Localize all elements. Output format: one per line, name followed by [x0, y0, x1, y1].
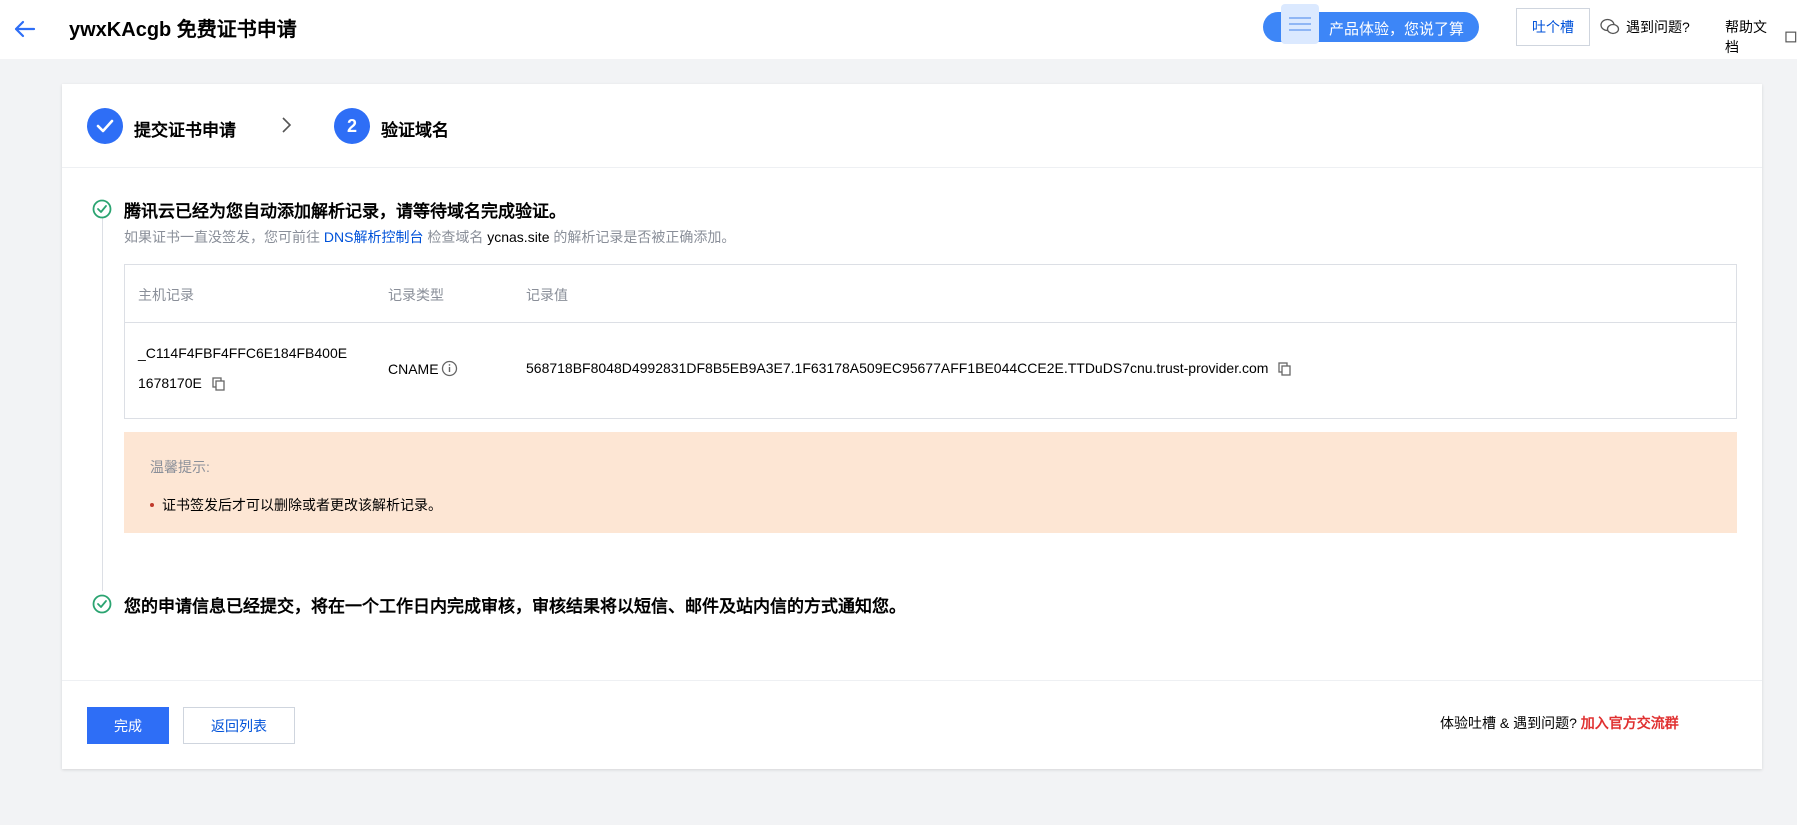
step-1-check-icon [87, 108, 123, 144]
copy-icon[interactable] [1278, 362, 1292, 376]
header-host: 主机记录 [138, 287, 194, 303]
tip-item: 证书签发后才可以删除或者更改该解析记录。 [150, 495, 442, 515]
record-type-wrap: CNAME [388, 360, 458, 377]
verify-subtitle: 如果证书一直没签发，您可前往 DNS解析控制台 检查域名 ycnas.site … [124, 227, 735, 247]
tucao-button[interactable]: 吐个槽 [1516, 8, 1590, 46]
help-docs-label: 帮助文档 [1725, 19, 1767, 55]
done-button[interactable]: 完成 [87, 707, 169, 744]
table-header: 主机记录 记录类型 记录值 [125, 265, 1736, 323]
domain-name: ycnas.site [487, 229, 550, 245]
success-check-icon [92, 199, 112, 219]
wechat-icon [1600, 18, 1620, 35]
problem-label: 遇到问题? [1626, 19, 1690, 35]
problem-link[interactable]: 遇到问题? [1600, 17, 1690, 37]
record-value-wrap: 568718BF8048D4992831DF8B5EB9A3E7.1F63178… [526, 360, 1292, 376]
verify-sub-middle: 检查域名 [427, 229, 484, 245]
header-value: 记录值 [526, 287, 568, 303]
tip-title: 温馨提示: [150, 459, 210, 475]
back-arrow-icon[interactable] [10, 14, 40, 44]
record-value: 568718BF8048D4992831DF8B5EB9A3E7.1F63178… [526, 360, 1269, 376]
host-record-line2: 1678170E [138, 375, 202, 391]
header-type: 记录类型 [388, 287, 444, 303]
step-2-number: 2 [334, 108, 370, 144]
step-2-label: 验证域名 [381, 121, 449, 140]
verify-title: 腾讯云已经为您自动添加解析记录，请等待域名完成验证。 [124, 202, 566, 221]
top-header: ywxKAcgb 免费证书申请 产品体验，您说了算 吐个槽 遇到问题? 帮助文档 [0, 0, 1797, 59]
step-1-label: 提交证书申请 [134, 121, 236, 140]
page-title: ywxKAcgb 免费证书申请 [69, 19, 297, 41]
success-check-icon [92, 594, 112, 614]
document-icon [1281, 4, 1319, 44]
steps-bar: 提交证书申请 2 验证域名 [62, 84, 1762, 168]
help-docs-link[interactable]: 帮助文档 [1725, 17, 1797, 57]
host-record-line2-wrap: 1678170E [138, 375, 226, 391]
host-record-line1: _C114F4FBF4FFC6E184FB400E [138, 345, 348, 361]
dns-console-link[interactable]: DNS解析控制台 [324, 229, 424, 245]
warm-tip-box: 温馨提示: 证书签发后才可以删除或者更改该解析记录。 [124, 432, 1737, 533]
back-to-list-button[interactable]: 返回列表 [183, 707, 295, 744]
feedback-pill-label: 产品体验，您说了算 [1329, 21, 1465, 38]
join-prefix: 体验吐槽 & 遇到问题? [1440, 715, 1577, 731]
footer-divider [62, 680, 1762, 681]
chevron-right-icon [280, 116, 292, 139]
join-group-link[interactable]: 加入官方交流群 [1581, 715, 1679, 731]
verify-sub-suffix: 的解析记录是否被正确添加。 [553, 229, 736, 245]
external-link-icon [1785, 31, 1797, 43]
join-group-text: 体验吐槽 & 遇到问题? 加入官方交流群 [1440, 713, 1679, 733]
copy-icon[interactable] [212, 377, 226, 391]
tip-item-text: 证书签发后才可以删除或者更改该解析记录。 [162, 497, 442, 513]
record-type: CNAME [388, 360, 439, 377]
verify-sub-prefix: 如果证书一直没签发，您可前往 [124, 229, 320, 245]
dns-record-table: 主机记录 记录类型 记录值 _C114F4FBF4FFC6E184FB400E … [124, 264, 1737, 419]
info-icon[interactable] [441, 360, 458, 377]
timeline-line [102, 211, 103, 591]
bullet-dot [150, 503, 154, 507]
feedback-pill-button[interactable]: 产品体验，您说了算 [1263, 4, 1479, 44]
submitted-title: 您的申请信息已经提交，将在一个工作日内完成审核，审核结果将以短信、邮件及站内信的… [124, 597, 906, 616]
main-card: 提交证书申请 2 验证域名 腾讯云已经为您自动添加解析记录，请等待域名完成验证。… [62, 84, 1762, 769]
